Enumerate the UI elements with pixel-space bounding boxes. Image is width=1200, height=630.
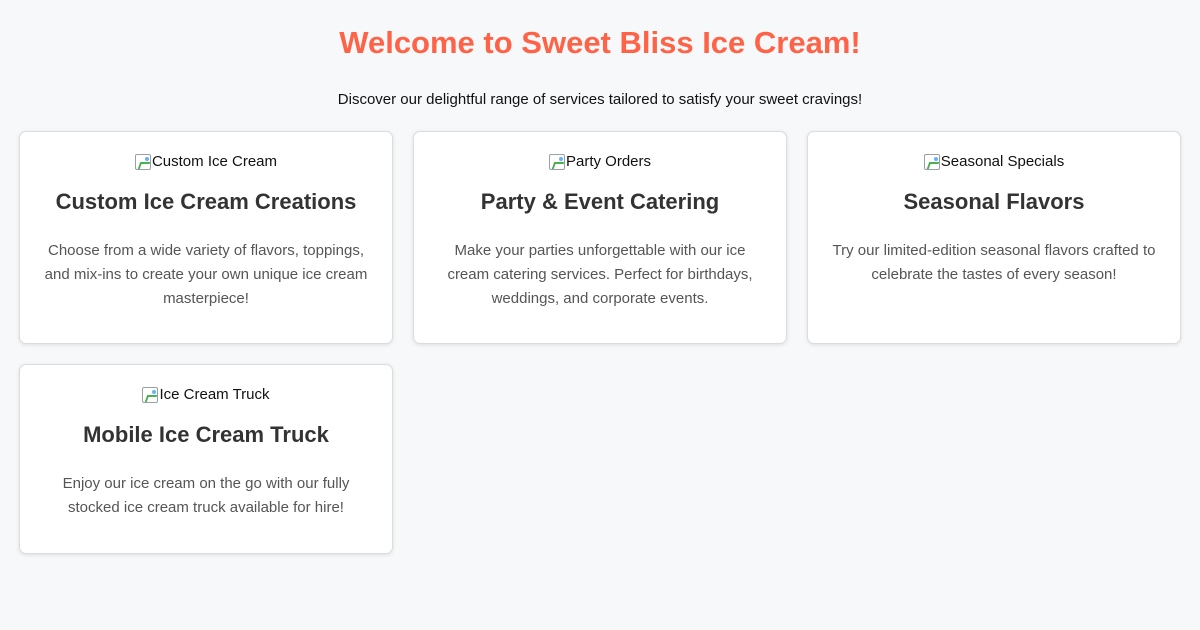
service-description: Choose from a wide variety of flavors, t… [44,242,368,307]
broken-image-icon [134,154,151,170]
service-title: Party & Event Catering [480,189,720,214]
service-card-ice-cream-truck: Ice Cream Truck Mobile Ice Cream Truck E… [19,364,393,554]
page-title: Welcome to Sweet Bliss Ice Cream! [339,25,861,60]
service-image-alt: Ice Cream Truck [159,386,270,403]
service-image: Custom Ice Cream [20,153,392,171]
service-title: Custom Ice Cream Creations [55,189,357,214]
broken-image-icon [923,154,940,170]
service-image: Seasonal Specials [808,153,1180,171]
service-image-alt: Seasonal Specials [940,153,1065,170]
service-title: Seasonal Flavors [903,189,1085,214]
service-image-alt: Party Orders [565,153,652,170]
service-image: Ice Cream Truck [20,386,392,404]
service-card-party-catering: Party Orders Party & Event Catering Make… [413,131,787,344]
service-title: Mobile Ice Cream Truck [83,422,329,447]
page-subtitle: Discover our delightful range of service… [337,91,863,108]
service-image: Party Orders [414,153,786,171]
service-description: Make your parties unforgettable with our… [447,242,753,307]
service-card-seasonal-flavors: Seasonal Specials Seasonal Flavors Try o… [807,131,1181,344]
service-card-custom-ice-cream: Custom Ice Cream Custom Ice Cream Creati… [19,131,393,344]
broken-image-icon [548,154,565,170]
service-description: Try our limited-edition seasonal flavors… [832,242,1156,283]
service-image-alt: Custom Ice Cream [151,153,278,170]
service-description: Enjoy our ice cream on the go with our f… [62,475,350,516]
broken-image-icon [142,387,159,403]
